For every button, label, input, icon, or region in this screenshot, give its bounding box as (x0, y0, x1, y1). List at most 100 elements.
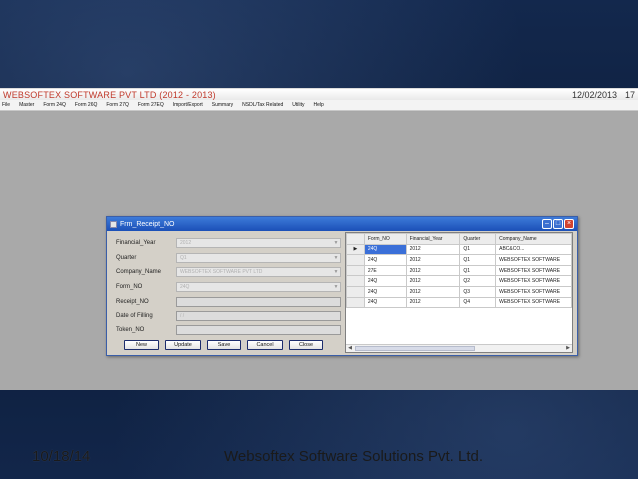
quarter-combo[interactable]: Q1 ▼ (176, 252, 341, 263)
table-cell[interactable]: 24Q (363, 275, 407, 287)
column-header[interactable]: Company_Name (495, 233, 572, 245)
footer-date: 10/18/14 (32, 448, 91, 465)
table-cell[interactable]: Q1 (459, 264, 497, 277)
row-selector[interactable] (346, 264, 365, 277)
menu-item[interactable]: Form 27Q (106, 102, 129, 108)
close-button[interactable]: Close (289, 340, 323, 350)
form-no-value: 24Q (180, 283, 190, 290)
menu-item[interactable]: Form 27EQ (138, 102, 164, 108)
scroll-thumb[interactable] (355, 346, 475, 351)
table-cell[interactable]: WEBSOFTEX SOFTWARE (495, 275, 572, 287)
row-selector[interactable] (346, 275, 365, 287)
receipt-dialog: Frm_Receipt_NO – □ × Financial_Year 2012… (106, 216, 578, 356)
window-icon (110, 220, 117, 228)
table-cell[interactable]: 2012 (405, 243, 461, 256)
row-selector-header (346, 233, 365, 245)
table-cell[interactable]: Q2 (459, 275, 497, 287)
table-cell[interactable]: 24Q (363, 285, 407, 298)
app-titlebar: WEBSOFTEX SOFTWARE PVT LTD (2012 - 2013)… (0, 89, 638, 100)
menu-item[interactable]: Help (314, 102, 324, 108)
table-cell[interactable]: WEBSOFTEX SOFTWARE (495, 264, 572, 277)
dialog-buttons: New Update Save Cancel Close (124, 340, 329, 350)
form-no-label: Form_NO (116, 283, 143, 290)
menu-item[interactable]: Form 24Q (43, 102, 66, 108)
maximize-icon[interactable]: □ (553, 219, 563, 229)
menu-item[interactable]: NSDL/Tax Related (242, 102, 283, 108)
financial-year-row: Financial_Year 2012 ▼ (116, 237, 341, 248)
chevron-down-icon[interactable]: ▼ (332, 239, 340, 247)
app-title: WEBSOFTEX SOFTWARE PVT LTD (2012 - 2013) (3, 89, 216, 100)
menu-item[interactable]: File (2, 102, 10, 108)
token-no-input[interactable] (176, 324, 341, 335)
table-row[interactable]: 27E 2012 Q1 WEBSOFTEX SOFTWARE (346, 264, 572, 277)
financial-year-value: 2012 (180, 239, 192, 246)
table-row[interactable]: 24Q 2012 Q3 WEBSOFTEX SOFTWARE (346, 285, 572, 298)
chevron-down-icon[interactable]: ▼ (332, 254, 340, 262)
table-cell[interactable]: Q3 (459, 285, 497, 298)
column-header[interactable]: Form_NO (363, 233, 407, 245)
horizontal-scrollbar[interactable]: ◀ ▶ (346, 344, 572, 352)
table-cell[interactable]: 2012 (405, 264, 461, 277)
date-of-filling-label: Date of Filling (116, 312, 153, 319)
row-selector[interactable] (346, 285, 365, 298)
menu-item[interactable]: Master (19, 102, 34, 108)
scroll-right-icon[interactable]: ▶ (564, 345, 572, 352)
table-cell[interactable]: Q1 (459, 243, 497, 256)
footer-company: Websoftex Software Solutions Pvt. Ltd. (224, 448, 484, 465)
table-cell[interactable]: ABC&CO... (495, 243, 572, 256)
menu-item[interactable]: Form 26Q (75, 102, 98, 108)
new-button[interactable]: New (124, 340, 159, 350)
table-cell[interactable]: WEBSOFTEX SOFTWARE (495, 285, 572, 298)
company-name-row: Company_Name WEBSOFTEX SOFTWARE PVT LTD … (116, 266, 341, 277)
table-cell[interactable]: Q4 (459, 296, 497, 309)
menu-item[interactable]: Import/Export (173, 102, 203, 108)
minimize-icon[interactable]: – (542, 219, 552, 229)
company-name-label: Company_Name (116, 268, 162, 275)
date-of-filling-input[interactable]: / / (176, 310, 341, 321)
company-name-value: WEBSOFTEX SOFTWARE PVT LTD (180, 268, 263, 275)
table-cell[interactable]: 27E (363, 264, 407, 277)
table-cell[interactable]: WEBSOFTEX SOFTWARE (495, 254, 572, 266)
scroll-left-icon[interactable]: ◀ (346, 345, 354, 352)
table-row[interactable]: 24Q 2012 Q1 WEBSOFTEX SOFTWARE (346, 254, 572, 266)
table-cell[interactable]: 2012 (405, 275, 461, 287)
receipt-no-label: Receipt_NO (116, 298, 149, 305)
current-row-arrow-icon[interactable]: ▶ (346, 243, 365, 256)
table-cell[interactable]: WEBSOFTEX SOFTWARE (495, 296, 572, 309)
table-row[interactable]: ▶ 24Q 2012 Q1 ABC&CO... (346, 243, 572, 256)
table-cell[interactable]: 24Q (363, 296, 407, 309)
table-cell[interactable]: 24Q (363, 243, 407, 256)
column-header[interactable]: Quarter (459, 233, 497, 245)
row-selector[interactable] (346, 296, 365, 309)
financial-year-combo[interactable]: 2012 ▼ (176, 237, 341, 248)
receipt-no-input[interactable] (176, 296, 341, 307)
menu-item[interactable]: Utility (292, 102, 304, 108)
token-no-label: Token_NO (116, 326, 145, 333)
table-cell[interactable]: 2012 (405, 285, 461, 298)
grid-table: Form_NO Financial_Year Quarter Company_N… (346, 233, 572, 309)
update-button[interactable]: Update (165, 340, 201, 350)
chevron-down-icon[interactable]: ▼ (332, 283, 340, 291)
dialog-titlebar[interactable]: Frm_Receipt_NO – □ × (107, 217, 577, 231)
form-area: Financial_Year 2012 ▼ Quarter Q1 ▼ Compa… (107, 232, 343, 355)
table-cell[interactable]: 2012 (405, 254, 461, 266)
save-button[interactable]: Save (207, 340, 241, 350)
close-icon[interactable]: × (564, 219, 574, 229)
table-row[interactable]: 24Q 2012 Q2 WEBSOFTEX SOFTWARE (346, 275, 572, 287)
company-name-combo[interactable]: WEBSOFTEX SOFTWARE PVT LTD ▼ (176, 266, 341, 277)
chevron-down-icon[interactable]: ▼ (332, 268, 340, 276)
table-cell[interactable]: Q1 (459, 254, 497, 266)
menu-item[interactable]: Summary (212, 102, 233, 108)
table-row[interactable]: 24Q 2012 Q4 WEBSOFTEX SOFTWARE (346, 296, 572, 309)
receipt-no-row: Receipt_NO (116, 296, 341, 307)
grid-header-row: Form_NO Financial_Year Quarter Company_N… (346, 233, 572, 245)
table-cell[interactable]: 2012 (405, 296, 461, 309)
table-cell[interactable]: 24Q (363, 254, 407, 266)
title-date: 12/02/2013 (571, 89, 617, 100)
column-header[interactable]: Financial_Year (405, 233, 461, 245)
row-selector[interactable] (346, 254, 365, 266)
date-of-filling-row: Date of Filling / / (116, 310, 341, 321)
cancel-button[interactable]: Cancel (247, 340, 283, 350)
token-no-row: Token_NO (116, 324, 341, 335)
form-no-combo[interactable]: 24Q ▼ (176, 281, 341, 292)
